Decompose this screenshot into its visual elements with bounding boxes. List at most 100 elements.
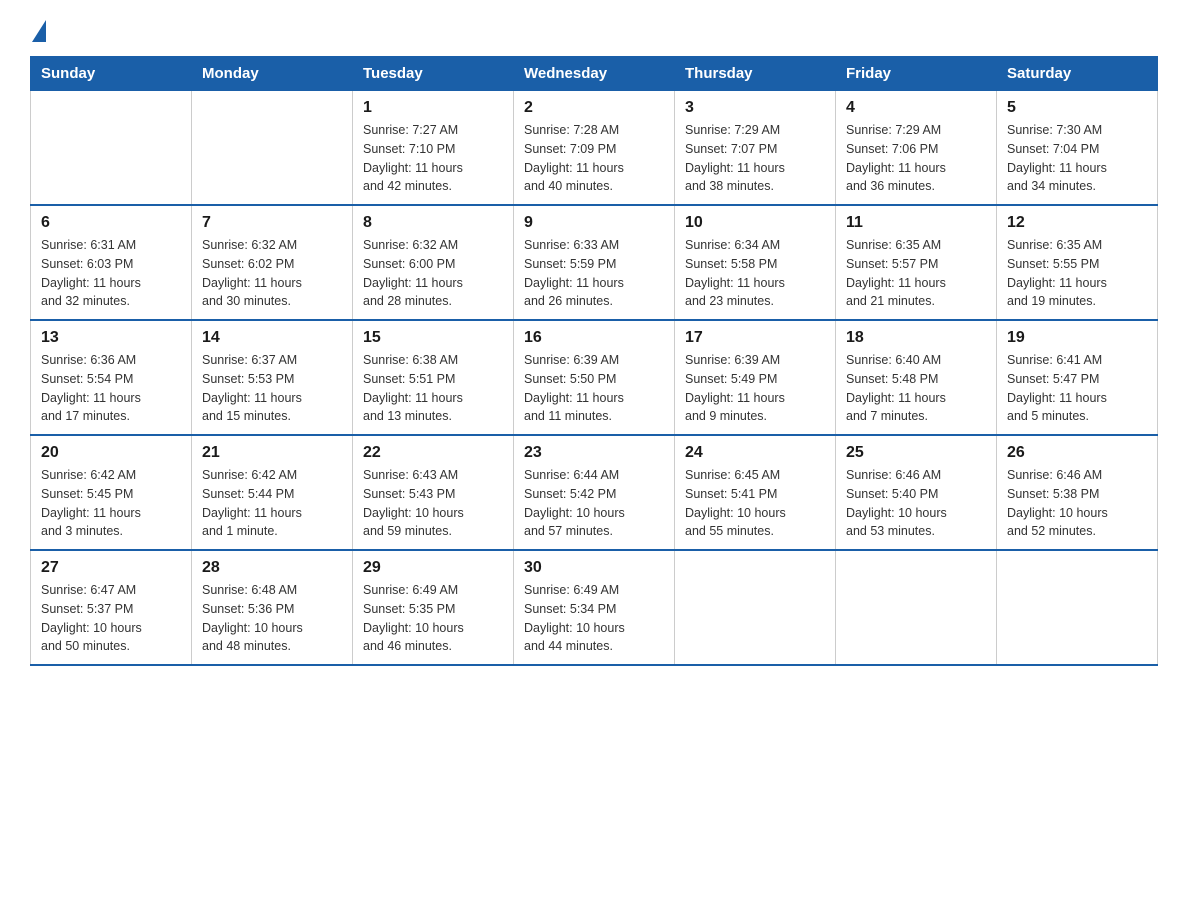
day-info: Sunrise: 6:49 AM Sunset: 5:34 PM Dayligh… [524,581,664,656]
calendar-cell: 27 Sunrise: 6:47 AM Sunset: 5:37 PM Dayli… [31,550,192,665]
day-number: 25 [846,444,986,462]
calendar-cell: 3 Sunrise: 7:29 AM Sunset: 7:07 PM Daylig… [675,91,836,206]
calendar-cell: 23 Sunrise: 6:44 AM Sunset: 5:42 PM Dayli… [514,435,675,550]
calendar-cell: 1Sunrise: 7:27 AM Sunset: 7:10 PM Daylig… [353,91,514,206]
day-number: 1 [363,99,503,117]
logo [30,20,48,38]
day-number: 2 [524,99,664,117]
day-info: Sunrise: 6:34 AM Sunset: 5:58 PM Dayligh… [685,236,825,311]
day-info: Sunrise: 6:41 AM Sunset: 5:47 PM Dayligh… [1007,351,1147,426]
day-number: 11 [846,214,986,232]
calendar-cell: 5 Sunrise: 7:30 AM Sunset: 7:04 PM Daylig… [997,91,1158,206]
day-info: Sunrise: 6:38 AM Sunset: 5:51 PM Dayligh… [363,351,503,426]
calendar-cell: 11 Sunrise: 6:35 AM Sunset: 5:57 PM Dayli… [836,205,997,320]
calendar-cell: 25Sunrise: 6:46 AM Sunset: 5:40 PM Dayli… [836,435,997,550]
day-number: 10 [685,214,825,232]
calendar-header-row: SundayMondayTuesdayWednesdayThursdayFrid… [31,57,1158,91]
day-info: Sunrise: 6:47 AM Sunset: 5:37 PM Dayligh… [41,581,181,656]
calendar-cell: 8 Sunrise: 6:32 AM Sunset: 6:00 PM Daylig… [353,205,514,320]
day-number: 26 [1007,444,1147,462]
day-info: Sunrise: 6:46 AM Sunset: 5:38 PM Dayligh… [1007,466,1147,541]
day-number: 12 [1007,214,1147,232]
calendar-week-row: 6 Sunrise: 6:31 AM Sunset: 6:03 PM Daylig… [31,205,1158,320]
day-info: Sunrise: 6:32 AM Sunset: 6:00 PM Dayligh… [363,236,503,311]
calendar-cell: 14 Sunrise: 6:37 AM Sunset: 5:53 PM Dayli… [192,320,353,435]
calendar-cell [675,550,836,665]
day-number: 8 [363,214,503,232]
calendar-cell: 6 Sunrise: 6:31 AM Sunset: 6:03 PM Daylig… [31,205,192,320]
day-number: 22 [363,444,503,462]
logo-triangle-icon [32,20,46,42]
day-number: 9 [524,214,664,232]
calendar-week-row: 27 Sunrise: 6:47 AM Sunset: 5:37 PM Dayli… [31,550,1158,665]
day-info: Sunrise: 6:42 AM Sunset: 5:44 PM Dayligh… [202,466,342,541]
day-info: Sunrise: 6:36 AM Sunset: 5:54 PM Dayligh… [41,351,181,426]
day-number: 17 [685,329,825,347]
day-info: Sunrise: 6:48 AM Sunset: 5:36 PM Dayligh… [202,581,342,656]
day-info: Sunrise: 6:31 AM Sunset: 6:03 PM Dayligh… [41,236,181,311]
calendar-cell: 2 Sunrise: 7:28 AM Sunset: 7:09 PM Daylig… [514,91,675,206]
day-info: Sunrise: 7:28 AM Sunset: 7:09 PM Dayligh… [524,121,664,196]
calendar-cell [836,550,997,665]
calendar-cell: 12 Sunrise: 6:35 AM Sunset: 5:55 PM Dayli… [997,205,1158,320]
day-number: 14 [202,329,342,347]
day-info: Sunrise: 6:35 AM Sunset: 5:55 PM Dayligh… [1007,236,1147,311]
day-number: 5 [1007,99,1147,117]
calendar-cell [192,91,353,206]
day-number: 28 [202,559,342,577]
column-header-tuesday: Tuesday [353,57,514,91]
day-number: 4 [846,99,986,117]
calendar-cell: 28 Sunrise: 6:48 AM Sunset: 5:36 PM Dayli… [192,550,353,665]
column-header-wednesday: Wednesday [514,57,675,91]
calendar-cell: 19Sunrise: 6:41 AM Sunset: 5:47 PM Dayli… [997,320,1158,435]
day-number: 27 [41,559,181,577]
calendar-cell: 22 Sunrise: 6:43 AM Sunset: 5:43 PM Dayli… [353,435,514,550]
calendar-cell: 26 Sunrise: 6:46 AM Sunset: 5:38 PM Dayli… [997,435,1158,550]
column-header-monday: Monday [192,57,353,91]
day-info: Sunrise: 7:30 AM Sunset: 7:04 PM Dayligh… [1007,121,1147,196]
calendar-cell: 13 Sunrise: 6:36 AM Sunset: 5:54 PM Dayli… [31,320,192,435]
calendar-cell [997,550,1158,665]
calendar-cell: 20Sunrise: 6:42 AM Sunset: 5:45 PM Dayli… [31,435,192,550]
calendar-cell: 15 Sunrise: 6:38 AM Sunset: 5:51 PM Dayli… [353,320,514,435]
day-info: Sunrise: 6:35 AM Sunset: 5:57 PM Dayligh… [846,236,986,311]
calendar-cell: 21 Sunrise: 6:42 AM Sunset: 5:44 PM Dayli… [192,435,353,550]
calendar-table: SundayMondayTuesdayWednesdayThursdayFrid… [30,56,1158,666]
day-number: 21 [202,444,342,462]
day-info: Sunrise: 6:33 AM Sunset: 5:59 PM Dayligh… [524,236,664,311]
day-number: 30 [524,559,664,577]
day-number: 20 [41,444,181,462]
calendar-week-row: 1Sunrise: 7:27 AM Sunset: 7:10 PM Daylig… [31,91,1158,206]
calendar-cell: 29 Sunrise: 6:49 AM Sunset: 5:35 PM Dayli… [353,550,514,665]
day-info: Sunrise: 6:43 AM Sunset: 5:43 PM Dayligh… [363,466,503,541]
day-info: Sunrise: 6:40 AM Sunset: 5:48 PM Dayligh… [846,351,986,426]
day-number: 13 [41,329,181,347]
day-number: 29 [363,559,503,577]
calendar-cell: 10 Sunrise: 6:34 AM Sunset: 5:58 PM Dayli… [675,205,836,320]
day-number: 23 [524,444,664,462]
calendar-week-row: 13 Sunrise: 6:36 AM Sunset: 5:54 PM Dayli… [31,320,1158,435]
day-info: Sunrise: 6:32 AM Sunset: 6:02 PM Dayligh… [202,236,342,311]
day-number: 16 [524,329,664,347]
day-info: Sunrise: 6:49 AM Sunset: 5:35 PM Dayligh… [363,581,503,656]
day-info: Sunrise: 6:44 AM Sunset: 5:42 PM Dayligh… [524,466,664,541]
day-number: 18 [846,329,986,347]
day-info: Sunrise: 6:37 AM Sunset: 5:53 PM Dayligh… [202,351,342,426]
calendar-cell: 7 Sunrise: 6:32 AM Sunset: 6:02 PM Daylig… [192,205,353,320]
day-info: Sunrise: 6:39 AM Sunset: 5:50 PM Dayligh… [524,351,664,426]
calendar-cell: 18 Sunrise: 6:40 AM Sunset: 5:48 PM Dayli… [836,320,997,435]
day-number: 6 [41,214,181,232]
calendar-cell: 17 Sunrise: 6:39 AM Sunset: 5:49 PM Dayli… [675,320,836,435]
day-number: 7 [202,214,342,232]
day-info: Sunrise: 6:45 AM Sunset: 5:41 PM Dayligh… [685,466,825,541]
day-info: Sunrise: 6:39 AM Sunset: 5:49 PM Dayligh… [685,351,825,426]
calendar-cell: 4 Sunrise: 7:29 AM Sunset: 7:06 PM Daylig… [836,91,997,206]
column-header-thursday: Thursday [675,57,836,91]
day-number: 3 [685,99,825,117]
calendar-cell: 16 Sunrise: 6:39 AM Sunset: 5:50 PM Dayli… [514,320,675,435]
day-info: Sunrise: 7:29 AM Sunset: 7:06 PM Dayligh… [846,121,986,196]
day-info: Sunrise: 7:29 AM Sunset: 7:07 PM Dayligh… [685,121,825,196]
day-number: 15 [363,329,503,347]
column-header-sunday: Sunday [31,57,192,91]
page-header [30,20,1158,38]
